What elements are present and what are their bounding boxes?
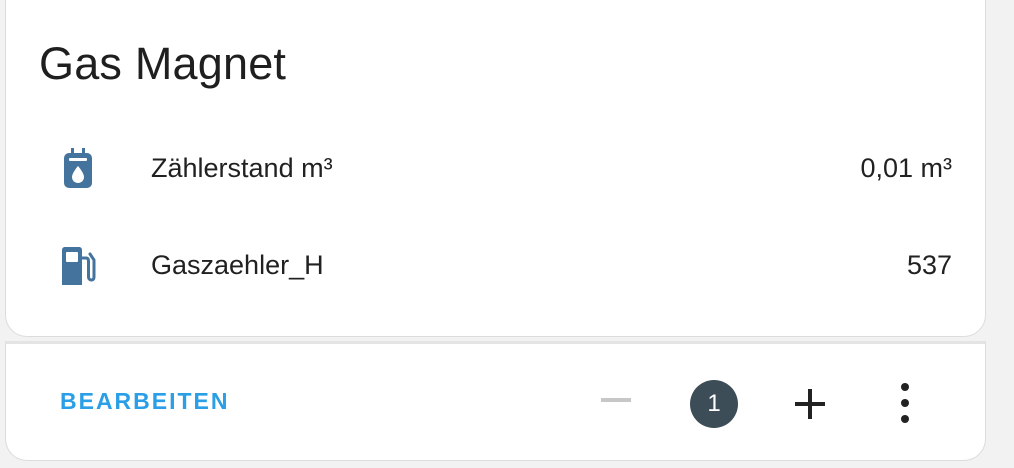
entity-row-gaszaehler[interactable]: Gaszaehler_H 537 [6,236,985,296]
menu-dot [901,399,909,407]
meter-gas-icon [56,147,100,191]
gas-station-icon [56,244,100,288]
card-footer: BEARBEITEN 1 [5,341,986,461]
plus-button[interactable] [792,386,828,422]
entity-state: 0,01 m³ [860,153,952,183]
entity-name: Zählerstand m³ [151,153,333,183]
entity-state: 537 [906,250,952,280]
minus-button[interactable] [601,398,631,402]
card-title: Gas Magnet [39,38,287,89]
menu-dot [901,415,909,423]
more-menu-icon[interactable] [893,383,917,423]
entity-name: Gaszaehler_H [151,250,324,280]
edit-button[interactable]: BEARBEITEN [60,388,230,415]
menu-dot [901,383,909,391]
entity-row-zaehlerstand[interactable]: Zählerstand m³ 0,01 m³ [6,139,985,199]
entities-card: Gas Magnet Zählerstand m³ 0,01 m³ Gaszae… [5,0,986,337]
count-badge: 1 [690,380,738,428]
